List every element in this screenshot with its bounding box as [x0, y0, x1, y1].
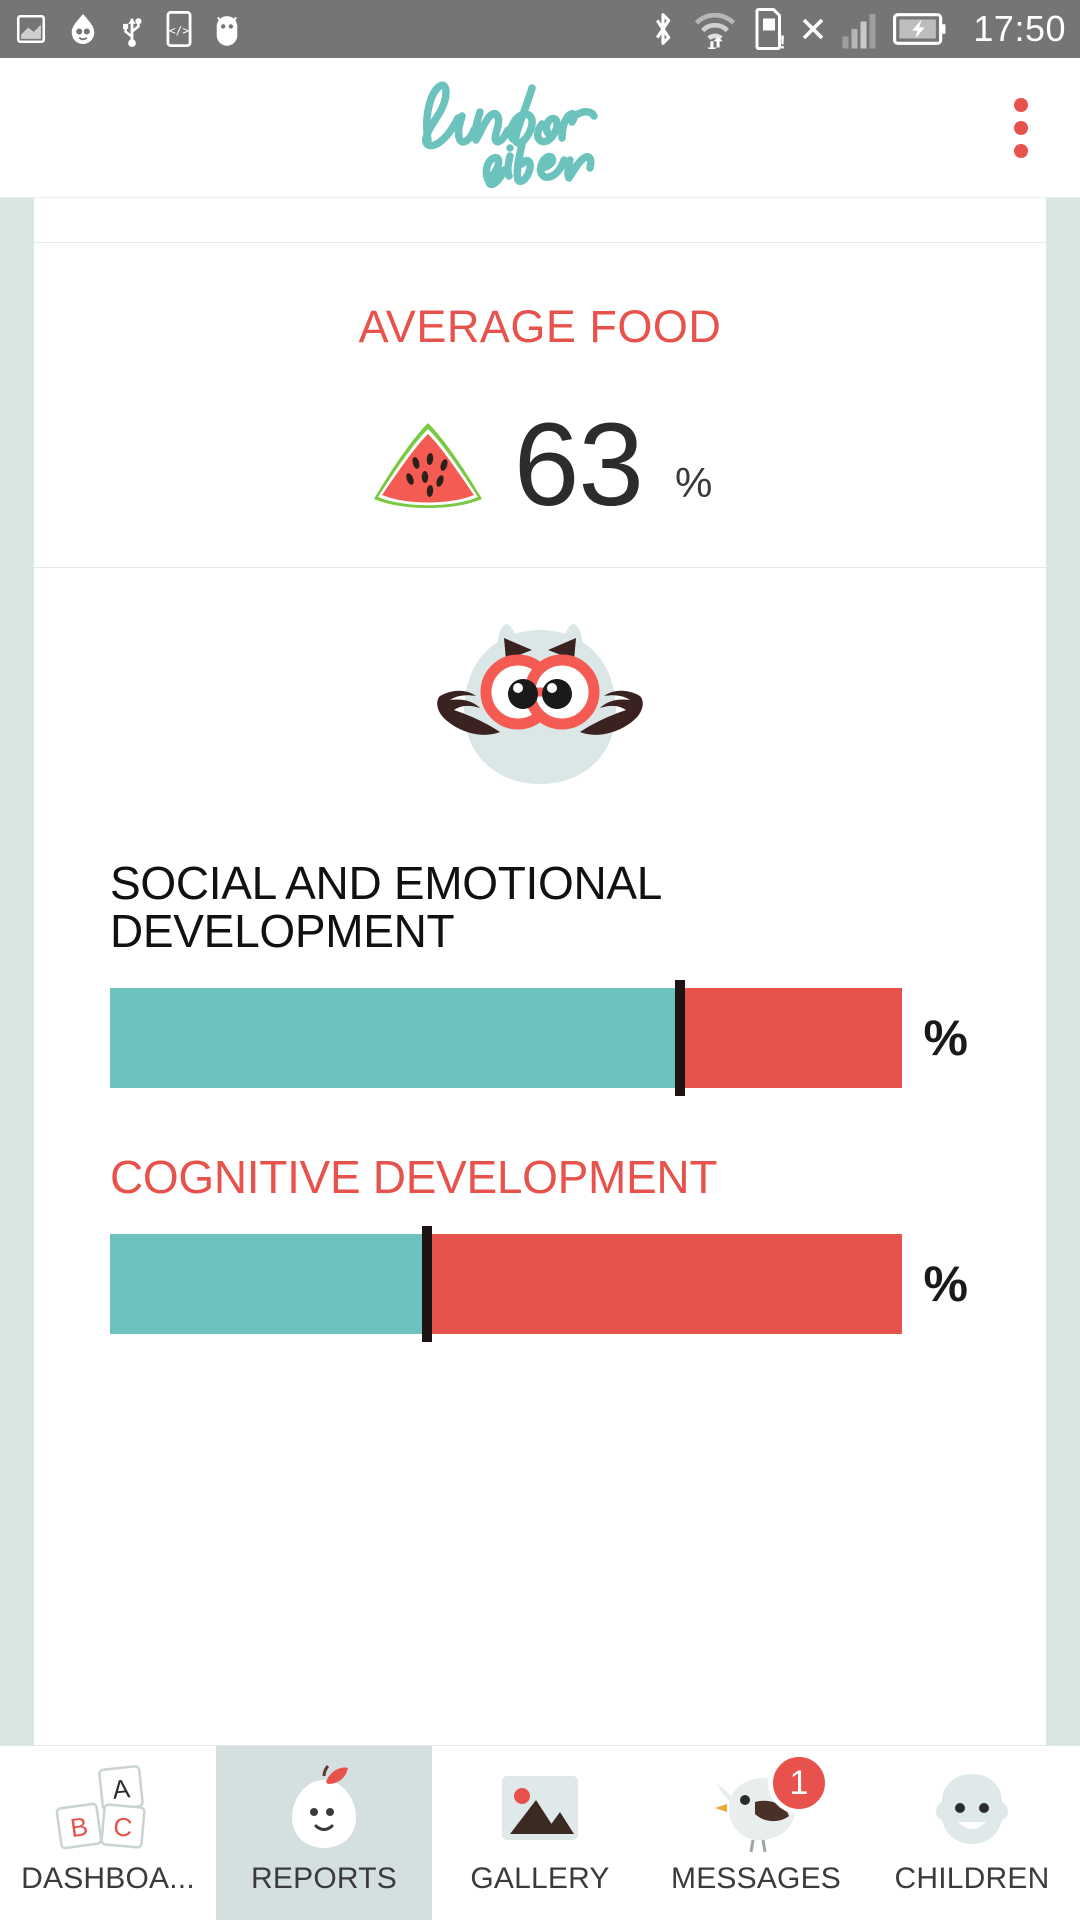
owl-mascot-wrap	[34, 608, 1046, 798]
overflow-dot-1	[1014, 97, 1028, 112]
metric-label: COGNITIVE DEVELOPMENT	[110, 1150, 718, 1203]
average-food-value-row: 63 %	[368, 399, 713, 531]
tab-label: MESSAGES	[671, 1862, 841, 1895]
abc-blocks-icon: A B C	[53, 1760, 163, 1856]
usb-icon	[123, 18, 142, 47]
signal-icon	[842, 14, 876, 49]
child-face-icon	[920, 1760, 1024, 1856]
tab-label: CHILDREN	[894, 1862, 1050, 1895]
card-top-strip	[34, 198, 1046, 243]
wifi-icon	[695, 12, 736, 49]
tab-label: DASHBOA...	[21, 1862, 195, 1895]
overflow-dot-3	[1014, 143, 1028, 158]
tab-dashboard[interactable]: A B C DASHBOA...	[0, 1746, 216, 1920]
svg-text:C: C	[112, 1811, 133, 1843]
status-bar: </> ! 17:50	[0, 0, 1080, 58]
metric-bar-row: %	[110, 979, 968, 1096]
metric-label: SOCIAL AND EMOTIONAL DEVELOPMENT	[110, 857, 661, 958]
average-food-title: AVERAGE FOOD	[358, 301, 722, 352]
apple-icon	[274, 1760, 374, 1856]
progress-bar-unit: %	[923, 1009, 968, 1066]
tab-label: GALLERY	[470, 1862, 610, 1895]
status-bar-clock: 17:50	[973, 8, 1066, 49]
tab-reports[interactable]: REPORTS	[216, 1746, 432, 1920]
messages-badge: 1	[768, 1752, 830, 1814]
progress-bar-fill	[110, 1233, 427, 1334]
status-bar-right-icons: ! 17:50	[649, 8, 1066, 50]
status-bar-left-icons: </>	[14, 11, 242, 47]
progress-bar-track	[110, 1225, 902, 1342]
metric-bar-row: %	[110, 1225, 968, 1342]
tab-gallery[interactable]: GALLERY	[432, 1746, 648, 1920]
development-card: SOCIAL AND EMOTIONAL DEVELOPMENT % COGNI…	[34, 568, 1046, 1745]
tab-messages[interactable]: MESSAGES 1	[648, 1746, 864, 1920]
progress-bar-fill	[110, 987, 680, 1088]
average-food-unit: %	[674, 459, 713, 507]
average-food-card: AVERAGE FOOD 63 %	[34, 243, 1046, 569]
owl-icon	[437, 624, 643, 785]
tab-children[interactable]: CHILDREN	[864, 1746, 1080, 1920]
app-icon	[71, 14, 95, 44]
progress-bar-unit: %	[923, 1255, 968, 1312]
svg-text:</>: </>	[169, 25, 189, 38]
average-food-value: 63	[513, 399, 644, 531]
progress-bar-marker	[674, 979, 685, 1096]
overflow-menu-button[interactable]	[1004, 88, 1038, 168]
no-sim-icon	[803, 18, 824, 40]
bottom-navigation: A B C DASHBOA... REPORTS GALLERY MESSAGE…	[0, 1745, 1080, 1920]
progress-bar-track	[110, 979, 902, 1096]
overflow-dot-2	[1014, 120, 1028, 135]
svg-text:!: !	[780, 33, 786, 51]
screenshot-icon	[16, 14, 46, 44]
android-icon	[216, 16, 238, 46]
tab-label: REPORTS	[251, 1862, 397, 1895]
developer-icon: </>	[166, 11, 192, 47]
metric-social-emotional: SOCIAL AND EMOTIONAL DEVELOPMENT %	[34, 857, 1046, 1096]
bluetooth-icon	[656, 13, 671, 45]
app-header	[0, 58, 1080, 198]
progress-bar-marker	[421, 1225, 432, 1342]
scroll-content[interactable]: AVERAGE FOOD 63 % SOCIAL AND EMOTIONAL D…	[0, 198, 1080, 1745]
sd-card-icon: !	[755, 8, 786, 51]
metric-cognitive: COGNITIVE DEVELOPMENT %	[34, 1150, 1046, 1342]
watermelon-icon	[373, 423, 482, 509]
kindervibe-logo	[421, 81, 598, 188]
photo-icon	[488, 1760, 592, 1856]
battery-charging-icon	[893, 13, 946, 45]
app-screen: </> ! 17:50 AVERAGE FOOD 63 % SOCIAL AND…	[0, 0, 1080, 1920]
